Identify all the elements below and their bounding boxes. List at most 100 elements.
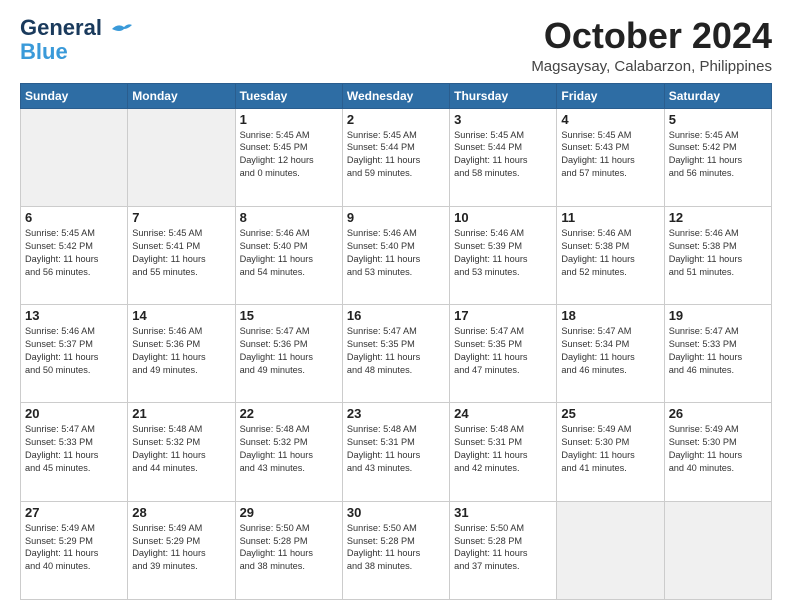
- day-number: 30: [347, 505, 445, 520]
- title-area: October 2024 Magsaysay, Calabarzon, Phil…: [531, 16, 772, 75]
- day-number: 13: [25, 308, 123, 323]
- calendar-cell: 4 Sunrise: 5:45 AM Sunset: 5:43 PM Daylig…: [557, 108, 664, 206]
- day-info: Sunrise: 5:49 AM Sunset: 5:29 PM Dayligh…: [25, 522, 123, 574]
- day-number: 27: [25, 505, 123, 520]
- day-number: 24: [454, 406, 552, 421]
- bird-icon: [110, 21, 132, 37]
- day-number: 31: [454, 505, 552, 520]
- calendar-cell: 19 Sunrise: 5:47 AM Sunset: 5:33 PM Dayli…: [664, 305, 771, 403]
- day-info: Sunrise: 5:45 AM Sunset: 5:42 PM Dayligh…: [25, 227, 123, 279]
- calendar-week-row: 20Sunrise: 5:47 AM Sunset: 5:33 PM Dayli…: [21, 403, 772, 501]
- calendar-week-row: 13Sunrise: 5:46 AM Sunset: 5:37 PM Dayli…: [21, 305, 772, 403]
- logo: General Blue: [20, 16, 132, 64]
- location-subtitle: Magsaysay, Calabarzon, Philippines: [531, 58, 772, 75]
- calendar-cell: 23 Sunrise: 5:48 AM Sunset: 5:31 PM Dayli…: [342, 403, 449, 501]
- day-info: Sunrise: 5:45 AM Sunset: 5:41 PM Dayligh…: [132, 227, 230, 279]
- calendar-cell: 9 Sunrise: 5:46 AM Sunset: 5:40 PM Daylig…: [342, 206, 449, 304]
- day-number: 15: [240, 308, 338, 323]
- day-info: Sunrise: 5:48 AM Sunset: 5:31 PM Dayligh…: [347, 423, 445, 475]
- day-number: 9: [347, 210, 445, 225]
- day-info: Sunrise: 5:46 AM Sunset: 5:38 PM Dayligh…: [669, 227, 767, 279]
- day-number: 21: [132, 406, 230, 421]
- day-number: 3: [454, 112, 552, 127]
- weekday-header-sunday: Sunday: [21, 83, 128, 108]
- month-title: October 2024: [531, 16, 772, 56]
- day-number: 2: [347, 112, 445, 127]
- day-info: Sunrise: 5:45 AM Sunset: 5:44 PM Dayligh…: [347, 129, 445, 181]
- calendar-week-row: 1Sunrise: 5:45 AM Sunset: 5:45 PM Daylig…: [21, 108, 772, 206]
- day-info: Sunrise: 5:48 AM Sunset: 5:32 PM Dayligh…: [132, 423, 230, 475]
- day-info: Sunrise: 5:45 AM Sunset: 5:44 PM Dayligh…: [454, 129, 552, 181]
- calendar-cell: 21 Sunrise: 5:48 AM Sunset: 5:32 PM Dayli…: [128, 403, 235, 501]
- calendar-cell: 27 Sunrise: 5:49 AM Sunset: 5:29 PM Dayli…: [21, 501, 128, 599]
- day-number: 7: [132, 210, 230, 225]
- day-info: Sunrise: 5:50 AM Sunset: 5:28 PM Dayligh…: [454, 522, 552, 574]
- calendar-cell: 11Sunrise: 5:46 AM Sunset: 5:38 PM Dayli…: [557, 206, 664, 304]
- day-info: Sunrise: 5:46 AM Sunset: 5:40 PM Dayligh…: [347, 227, 445, 279]
- calendar-cell: [664, 501, 771, 599]
- logo-line2: Blue: [20, 40, 68, 64]
- day-number: 10: [454, 210, 552, 225]
- day-number: 26: [669, 406, 767, 421]
- day-info: Sunrise: 5:49 AM Sunset: 5:30 PM Dayligh…: [669, 423, 767, 475]
- day-info: Sunrise: 5:47 AM Sunset: 5:36 PM Dayligh…: [240, 325, 338, 377]
- day-info: Sunrise: 5:46 AM Sunset: 5:38 PM Dayligh…: [561, 227, 659, 279]
- weekday-header-tuesday: Tuesday: [235, 83, 342, 108]
- calendar-cell: 20Sunrise: 5:47 AM Sunset: 5:33 PM Dayli…: [21, 403, 128, 501]
- calendar-cell: 26 Sunrise: 5:49 AM Sunset: 5:30 PM Dayli…: [664, 403, 771, 501]
- calendar-cell: 15 Sunrise: 5:47 AM Sunset: 5:36 PM Dayli…: [235, 305, 342, 403]
- day-number: 22: [240, 406, 338, 421]
- day-number: 18: [561, 308, 659, 323]
- day-number: 19: [669, 308, 767, 323]
- weekday-header-monday: Monday: [128, 83, 235, 108]
- day-info: Sunrise: 5:46 AM Sunset: 5:36 PM Dayligh…: [132, 325, 230, 377]
- calendar-cell: [557, 501, 664, 599]
- day-number: 28: [132, 505, 230, 520]
- calendar-cell: 17Sunrise: 5:47 AM Sunset: 5:35 PM Dayli…: [450, 305, 557, 403]
- weekday-header-saturday: Saturday: [664, 83, 771, 108]
- day-info: Sunrise: 5:45 AM Sunset: 5:43 PM Dayligh…: [561, 129, 659, 181]
- day-info: Sunrise: 5:47 AM Sunset: 5:34 PM Dayligh…: [561, 325, 659, 377]
- day-number: 20: [25, 406, 123, 421]
- calendar-cell: 16 Sunrise: 5:47 AM Sunset: 5:35 PM Dayli…: [342, 305, 449, 403]
- calendar-cell: 13Sunrise: 5:46 AM Sunset: 5:37 PM Dayli…: [21, 305, 128, 403]
- page: General Blue October 2024 Magsaysay, Cal…: [0, 0, 792, 612]
- day-info: Sunrise: 5:49 AM Sunset: 5:29 PM Dayligh…: [132, 522, 230, 574]
- calendar-cell: 28 Sunrise: 5:49 AM Sunset: 5:29 PM Dayli…: [128, 501, 235, 599]
- day-number: 1: [240, 112, 338, 127]
- day-number: 8: [240, 210, 338, 225]
- day-number: 5: [669, 112, 767, 127]
- calendar-cell: 14Sunrise: 5:46 AM Sunset: 5:36 PM Dayli…: [128, 305, 235, 403]
- calendar-week-row: 27 Sunrise: 5:49 AM Sunset: 5:29 PM Dayli…: [21, 501, 772, 599]
- header: General Blue October 2024 Magsaysay, Cal…: [20, 16, 772, 75]
- day-info: Sunrise: 5:46 AM Sunset: 5:40 PM Dayligh…: [240, 227, 338, 279]
- calendar-cell: 6 Sunrise: 5:45 AM Sunset: 5:42 PM Daylig…: [21, 206, 128, 304]
- day-number: 23: [347, 406, 445, 421]
- calendar-cell: 29 Sunrise: 5:50 AM Sunset: 5:28 PM Dayli…: [235, 501, 342, 599]
- day-number: 6: [25, 210, 123, 225]
- day-info: Sunrise: 5:50 AM Sunset: 5:28 PM Dayligh…: [347, 522, 445, 574]
- day-number: 16: [347, 308, 445, 323]
- calendar-cell: 18 Sunrise: 5:47 AM Sunset: 5:34 PM Dayli…: [557, 305, 664, 403]
- calendar-cell: [128, 108, 235, 206]
- day-info: Sunrise: 5:49 AM Sunset: 5:30 PM Dayligh…: [561, 423, 659, 475]
- calendar-week-row: 6 Sunrise: 5:45 AM Sunset: 5:42 PM Daylig…: [21, 206, 772, 304]
- calendar-cell: 31 Sunrise: 5:50 AM Sunset: 5:28 PM Dayli…: [450, 501, 557, 599]
- calendar-table: SundayMondayTuesdayWednesdayThursdayFrid…: [20, 83, 772, 600]
- calendar-cell: 25 Sunrise: 5:49 AM Sunset: 5:30 PM Dayli…: [557, 403, 664, 501]
- day-info: Sunrise: 5:50 AM Sunset: 5:28 PM Dayligh…: [240, 522, 338, 574]
- day-info: Sunrise: 5:47 AM Sunset: 5:35 PM Dayligh…: [347, 325, 445, 377]
- calendar-cell: 1Sunrise: 5:45 AM Sunset: 5:45 PM Daylig…: [235, 108, 342, 206]
- calendar-cell: 3 Sunrise: 5:45 AM Sunset: 5:44 PM Daylig…: [450, 108, 557, 206]
- day-number: 29: [240, 505, 338, 520]
- weekday-header-wednesday: Wednesday: [342, 83, 449, 108]
- day-number: 4: [561, 112, 659, 127]
- weekday-header-thursday: Thursday: [450, 83, 557, 108]
- day-number: 25: [561, 406, 659, 421]
- day-info: Sunrise: 5:48 AM Sunset: 5:32 PM Dayligh…: [240, 423, 338, 475]
- day-number: 12: [669, 210, 767, 225]
- day-info: Sunrise: 5:45 AM Sunset: 5:42 PM Dayligh…: [669, 129, 767, 181]
- day-number: 17: [454, 308, 552, 323]
- calendar-cell: 30 Sunrise: 5:50 AM Sunset: 5:28 PM Dayli…: [342, 501, 449, 599]
- day-info: Sunrise: 5:47 AM Sunset: 5:33 PM Dayligh…: [669, 325, 767, 377]
